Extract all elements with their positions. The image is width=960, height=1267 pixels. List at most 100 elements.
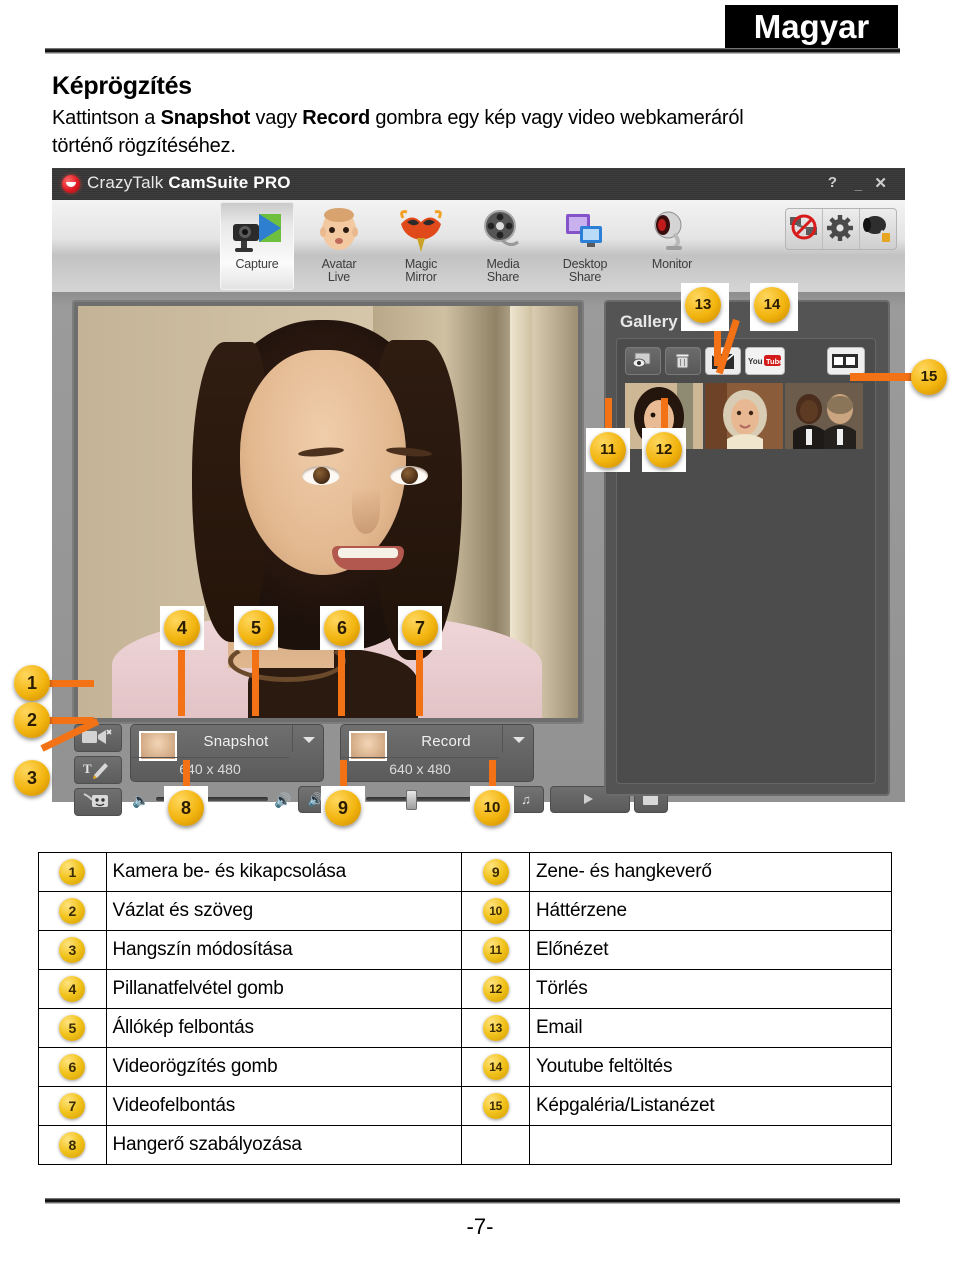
camera-settings-icon[interactable] [860,209,896,249]
legend-number-cell: 11 [461,930,530,970]
status-badge: 13 [482,1015,509,1041]
legend-text-cell: Videorögzítés gomb [105,1047,463,1087]
legend-text-cell: Videofelbontás [105,1086,463,1126]
tab-media-share[interactable]: Media Share [466,202,540,290]
legend-number-cell: 4 [38,969,107,1009]
tab-capture-label: Capture [235,257,279,271]
legend-number-cell: 14 [461,1047,530,1087]
mixer-slider-track[interactable] [366,797,478,801]
callout-8: 8 [168,790,204,826]
webcam-monitor-icon [630,208,714,258]
status-badge: 3 [59,937,86,963]
monitor-share-icon [548,208,622,258]
legend-text-cell: Állókép felbontás [105,1008,463,1048]
intro-bold-record: Record [302,107,370,129]
network-disconnect-icon[interactable] [786,209,823,249]
close-button[interactable]: ✕ [874,174,887,192]
list-view-icon[interactable] [827,347,865,375]
callout-9: 9 [325,790,361,826]
tab-capture[interactable]: Capture [220,202,294,290]
magic-label-2: Mirror [405,270,437,284]
carnival-mask-icon [384,208,458,258]
leader-line-4 [178,640,185,716]
callout-7: 7 [402,610,438,646]
callout-13: 13 [685,287,721,323]
legend-number-cell: 15 [461,1086,530,1126]
toolbar-right-buttons [785,208,897,250]
tab-avatar-live-label: Avatar Live [302,258,376,284]
subject-nose [352,488,380,534]
table-row: 6 Videorögzítés gomb 14 Youtube feltölté… [38,1047,893,1087]
legend-text-cell: Vázlat és szöveg [105,891,463,931]
webcam-video-feed [78,306,578,718]
legend-text-cell: Törlés [528,969,893,1009]
tab-magic-mirror[interactable]: Magic Mirror [384,202,458,290]
snapshot-resolution: 640 x 480 [131,757,289,777]
callout-12: 12 [646,432,682,468]
legend-number-cell: 1 [38,852,107,892]
legend-text-cell: Zene- és hangkeverő [528,852,893,892]
app-title-plain: CrazyTalk [87,173,169,192]
mixer-slider-knob[interactable] [406,790,417,810]
legend-text-cell: Email [528,1008,893,1048]
app-logo-icon [62,175,80,193]
footer-divider [45,1198,900,1204]
intro-bold-snapshot: Snapshot [160,107,251,129]
record-button[interactable]: Record 640 x 480 [340,724,534,782]
voice-changer-button[interactable] [74,788,122,816]
callout-1: 1 [14,665,50,701]
main-toolbar: Capture Avatar Live Magic Mirror Media S… [52,200,905,293]
legend-text-cell: Kamera be- és kikapcsolása [105,852,463,892]
legend-number-cell: 8 [38,1125,107,1165]
legend-text-cell: Hangerő szabályozása [105,1125,463,1165]
snapshot-label: Snapshot [203,733,269,750]
thumbnail-3[interactable] [785,383,863,449]
table-row: 4 Pillanatfelvétel gomb 12 Törlés [38,969,893,1009]
subject-eye-right [390,466,428,485]
subject-eye-left [302,466,340,485]
app-content-area: T Snapshot 640 x 480 Record 640 x 480 🔈 … [52,292,905,816]
film-reel-icon [466,208,540,258]
legend-number-cell: 10 [461,891,530,931]
video-preview-panel [72,300,584,724]
page-title: Képrögzítés [52,72,192,100]
help-button[interactable]: ? [828,174,837,191]
sketch-and-text-button[interactable]: T [74,756,122,784]
language-banner: Magyar [725,5,898,48]
leader-line-1 [46,680,94,687]
window-titlebar: CrazyTalk CamSuite PRO ? _ ✕ [52,168,905,201]
magic-label-1: Magic [404,257,438,271]
app-title: CrazyTalk CamSuite PRO [87,173,291,193]
table-row: 5 Állókép felbontás 13 Email [38,1008,893,1048]
status-badge: 7 [59,1093,86,1119]
legend-text-cell: Háttérzene [528,891,893,931]
snapshot-button[interactable]: Snapshot 640 x 480 [130,724,324,782]
preview-icon[interactable] [625,347,661,375]
tab-media-share-label: Media Share [466,258,540,284]
minimize-button[interactable]: _ [855,177,862,192]
status-badge: 1 [59,859,86,885]
table-row: 2 Vázlat és szöveg 10 Háttérzene [38,891,893,931]
gear-icon[interactable] [823,209,860,249]
legend-number-cell: 3 [38,930,107,970]
leader-line-5 [252,640,259,716]
tab-monitor[interactable]: Monitor [630,202,714,290]
callout-2: 2 [14,702,50,738]
status-badge: 8 [59,1132,86,1158]
intro-text-1: Kattintson a [52,107,161,129]
gallery-panel: Gallery You Tube [604,300,890,796]
youtube-icon[interactable]: You Tube [745,347,785,375]
thumbnail-2[interactable] [705,383,783,449]
legend-number-cell-empty [461,1125,530,1165]
tab-avatar-live[interactable]: Avatar Live [302,202,376,290]
record-resolution: 640 x 480 [341,757,499,777]
record-dropdown-arrow[interactable] [502,725,533,752]
callout-11: 11 [590,432,626,468]
trash-icon[interactable] [665,347,701,375]
status-badge: 14 [482,1054,509,1080]
callout-3: 3 [14,760,50,796]
snapshot-dropdown-arrow[interactable] [292,725,323,752]
leader-line-7 [416,640,423,716]
tab-desktop-share[interactable]: Desktop Share [548,202,622,290]
volume-slider-row: 🔈 🔊 🔊 [130,786,334,813]
